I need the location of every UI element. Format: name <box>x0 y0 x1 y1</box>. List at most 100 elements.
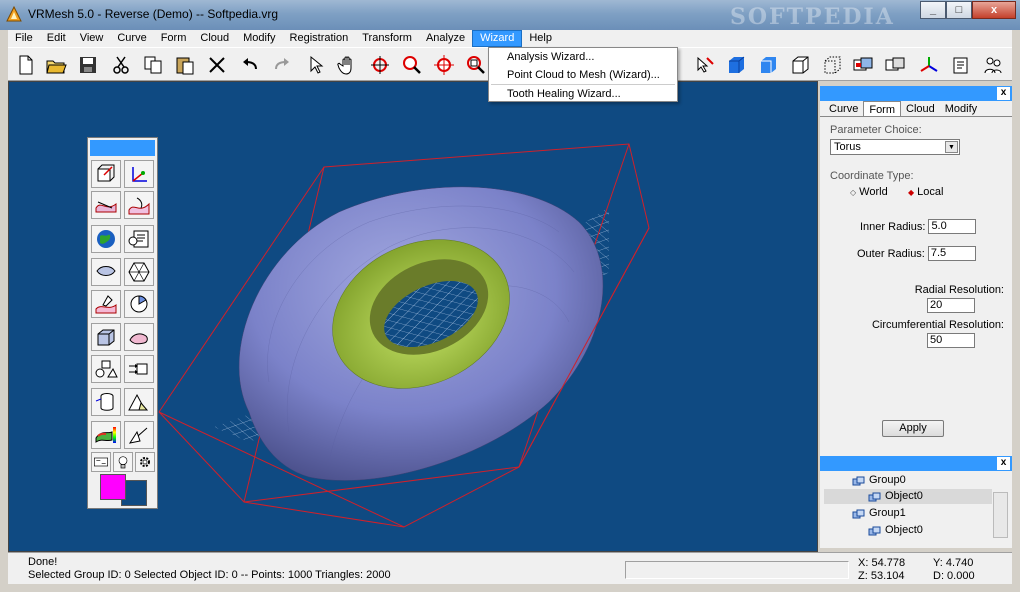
shape-icon[interactable] <box>124 323 154 351</box>
radio-local[interactable]: ◆ Local <box>908 186 943 198</box>
coordinate-type-label: Coordinate Type: <box>830 170 914 182</box>
gear-icon[interactable] <box>135 452 155 472</box>
tree-panel-close-button[interactable]: x <box>997 457 1010 470</box>
select-arrow-icon[interactable] <box>303 52 329 78</box>
menu-transform[interactable]: Transform <box>355 30 419 47</box>
inner-radius-input[interactable]: 5.0 <box>928 219 977 234</box>
radio-world-label: World <box>859 186 888 198</box>
radio-local-label: Local <box>917 186 944 198</box>
globe-icon[interactable] <box>91 225 121 253</box>
menu-edit[interactable]: Edit <box>40 30 73 47</box>
select-point-icon[interactable] <box>691 52 717 78</box>
radial-resolution-input[interactable]: 20 <box>927 298 975 313</box>
window-title: VRMesh 5.0 - Reverse (Demo) -- Softpedia… <box>28 7 279 21</box>
tree-item-object0-selected[interactable]: Object0 <box>824 489 992 504</box>
panel-close-button[interactable]: x <box>997 87 1010 100</box>
paste-icon[interactable] <box>172 52 198 78</box>
triangle-icon[interactable] <box>124 388 154 416</box>
tab-modify[interactable]: Modify <box>940 101 982 116</box>
parameter-choice-label: Parameter Choice: <box>830 124 922 136</box>
coord-y: Y: 4.740 <box>933 557 974 569</box>
dotted-cube-icon[interactable] <box>819 52 845 78</box>
surface-smooth-icon[interactable] <box>124 191 154 219</box>
axis-align-icon[interactable] <box>124 160 154 188</box>
radio-unselected-icon: ◇ <box>850 187 857 197</box>
palette-title-bar[interactable] <box>90 140 155 156</box>
menu-item-tooth-healing-wizard[interactable]: Tooth Healing Wizard... <box>489 85 677 103</box>
settings-people-icon[interactable] <box>980 52 1006 78</box>
paint-surface-icon[interactable] <box>91 290 121 318</box>
mesh-info-icon[interactable] <box>124 225 154 253</box>
color-map-icon[interactable] <box>91 421 121 449</box>
minimize-button[interactable]: _ <box>920 1 946 19</box>
copy-icon[interactable] <box>140 52 166 78</box>
close-button[interactable]: x <box>972 1 1016 19</box>
network-icon[interactable] <box>91 452 111 472</box>
patch-icon[interactable] <box>91 258 121 286</box>
outer-radius-input[interactable]: 7.5 <box>927 246 976 261</box>
tree-item-object0[interactable]: Object0 <box>868 523 923 538</box>
coord-z: Z: 53.104 <box>858 570 905 582</box>
properties-icon[interactable] <box>948 52 974 78</box>
zoom-icon[interactable] <box>399 52 425 78</box>
tree-item-group0[interactable]: Group0 <box>852 473 906 488</box>
surface-edit-icon[interactable] <box>91 191 121 219</box>
solid-cube-light-icon[interactable] <box>755 52 781 78</box>
apply-button[interactable]: Apply <box>882 420 944 437</box>
tab-curve[interactable]: Curve <box>824 101 863 116</box>
wire-cube-icon[interactable] <box>787 52 813 78</box>
pan-hand-icon[interactable] <box>335 52 361 78</box>
new-file-icon[interactable] <box>13 52 39 78</box>
solid-cube-icon[interactable] <box>723 52 749 78</box>
status-message: Done! <box>28 556 58 568</box>
open-folder-icon[interactable] <box>43 52 69 78</box>
cut-icon[interactable] <box>108 52 134 78</box>
hexagon-icon[interactable] <box>124 258 154 286</box>
tab-cloud[interactable]: Cloud <box>901 101 940 116</box>
delete-icon[interactable] <box>204 52 230 78</box>
view-box-alt-icon[interactable] <box>882 52 908 78</box>
menu-wizard[interactable]: Wizard <box>472 30 523 47</box>
status-progress-field <box>625 561 849 579</box>
transform-icon[interactable] <box>91 160 121 188</box>
menu-form[interactable]: Form <box>154 30 194 47</box>
foreground-color-swatch[interactable] <box>100 474 126 500</box>
pie-section-icon[interactable] <box>124 290 154 318</box>
menu-cloud[interactable]: Cloud <box>193 30 236 47</box>
circumferential-resolution-input[interactable]: 50 <box>927 333 975 348</box>
tree-scrollbar[interactable] <box>993 492 1008 538</box>
menu-item-point-cloud-to-mesh[interactable]: Point Cloud to Mesh (Wizard)... <box>489 66 677 84</box>
axes-icon[interactable] <box>916 52 942 78</box>
measure-icon[interactable] <box>124 421 154 449</box>
menu-file[interactable]: File <box>8 30 40 47</box>
menu-curve[interactable]: Curve <box>110 30 153 47</box>
tool-palette <box>87 137 158 509</box>
undo-icon[interactable] <box>237 52 263 78</box>
save-icon[interactable] <box>75 52 101 78</box>
zoom-extents-icon[interactable] <box>431 52 457 78</box>
menu-analyze[interactable]: Analyze <box>419 30 472 47</box>
menu-registration[interactable]: Registration <box>283 30 356 47</box>
object-tree-panel: x Group0 Object0 Group1 Object0 <box>820 456 1012 548</box>
lightbulb-icon[interactable] <box>113 452 133 472</box>
menu-view[interactable]: View <box>73 30 111 47</box>
view-box-icon[interactable] <box>850 52 876 78</box>
tree-item-group1[interactable]: Group1 <box>852 506 906 521</box>
status-selection-info: Selected Group ID: 0 Selected Object ID:… <box>28 569 391 581</box>
zoom-window-icon[interactable] <box>463 52 489 78</box>
radio-world[interactable]: ◇ World <box>850 186 888 198</box>
object-icon <box>868 492 881 501</box>
move-objects-icon[interactable] <box>124 355 154 383</box>
cube-select-icon[interactable] <box>91 323 121 351</box>
tab-form[interactable]: Form <box>863 101 902 116</box>
parameter-choice-select[interactable]: Torus ▼ <box>830 139 960 155</box>
inner-radius-row: Inner Radius: 5.0 <box>860 219 977 234</box>
menu-help[interactable]: Help <box>522 30 559 47</box>
redo-icon[interactable] <box>269 52 295 78</box>
menu-modify[interactable]: Modify <box>236 30 282 47</box>
cylinder-icon[interactable] <box>91 388 121 416</box>
maximize-button[interactable]: □ <box>946 1 972 19</box>
cluster-icon[interactable] <box>91 355 121 383</box>
rotate-icon[interactable] <box>367 52 393 78</box>
menu-item-analysis-wizard[interactable]: Analysis Wizard... <box>489 48 677 66</box>
